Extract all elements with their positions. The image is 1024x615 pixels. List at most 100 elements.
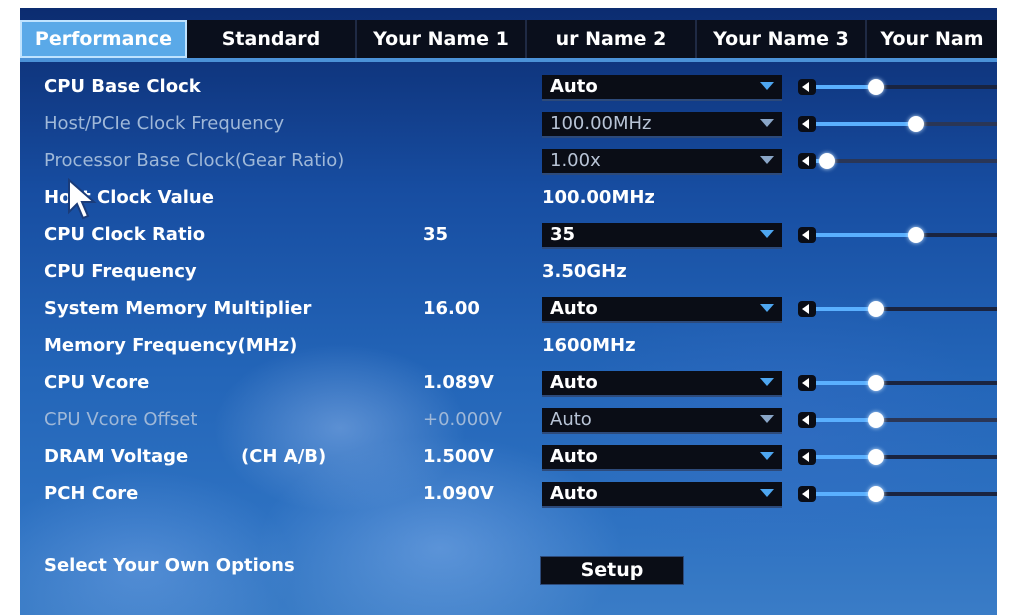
chevron-down-icon (760, 156, 774, 164)
chevron-down-icon (760, 304, 774, 312)
cpu-vcore-offset-dropdown[interactable]: Auto (542, 408, 782, 434)
slider-decrement-icon[interactable] (798, 412, 816, 428)
processor-base-clock-label: Processor Base Clock(Gear Ratio) (44, 150, 345, 171)
pch-core-current: 1.090V (423, 483, 494, 504)
slider-track (816, 449, 997, 465)
cpu-base-clock-slider[interactable] (798, 77, 997, 97)
cpu-clock-ratio-current: 35 (423, 224, 449, 245)
tab-standard[interactable]: Standard (187, 20, 357, 58)
cpu-vcore-dropdown[interactable]: Auto (542, 371, 782, 397)
cpu-vcore-offset-slider[interactable] (798, 410, 997, 430)
dram-voltage-dropdown-value: Auto (550, 446, 598, 467)
host-clock-value: 100.00MHz (542, 187, 655, 208)
slider-track (816, 116, 997, 132)
slider-knob[interactable] (867, 375, 884, 391)
dram-voltage-current: 1.500V (423, 446, 494, 467)
select-options-label: Select Your Own Options (44, 555, 295, 576)
chevron-down-icon (760, 82, 774, 90)
row-dram-voltage: DRAM Voltage (CH A/B) 1.500V Auto (20, 441, 997, 473)
slider-knob[interactable] (867, 301, 884, 317)
row-cpu-base-clock: CPU Base Clock Auto (20, 71, 997, 103)
slider-knob[interactable] (867, 412, 884, 428)
row-memory-frequency: Memory Frequency(MHz) 1600MHz (20, 330, 997, 362)
row-select-options: Select Your Own Options (20, 550, 997, 582)
processor-base-clock-dropdown-value: 1.00x (550, 150, 601, 171)
row-cpu-clock-ratio: CPU Clock Ratio 35 35 (20, 219, 997, 251)
slider-decrement-icon[interactable] (798, 449, 816, 465)
bios-screen: Performance Standard Your Name 1 ur Name… (20, 8, 997, 615)
cpu-base-clock-label: CPU Base Clock (44, 76, 201, 97)
row-host-clock-value: Host Clock Value 100.00MHz (20, 182, 997, 214)
chevron-down-icon (760, 415, 774, 423)
processor-base-clock-dropdown[interactable]: 1.00x (542, 149, 782, 175)
tab-your-name-3[interactable]: Your Name 3 (697, 20, 867, 58)
cpu-vcore-current: 1.089V (423, 372, 494, 393)
host-pcie-freq-dropdown-value: 100.00MHz (550, 113, 652, 134)
slider-decrement-icon[interactable] (798, 79, 816, 95)
pch-core-dropdown-value: Auto (550, 483, 598, 504)
dram-voltage-channel: (CH A/B) (241, 446, 327, 467)
slider-knob[interactable] (867, 449, 884, 465)
chevron-down-icon (760, 119, 774, 127)
cpu-base-clock-dropdown-value: Auto (550, 76, 598, 97)
host-pcie-freq-label: Host/PCIe Clock Frequency (44, 113, 285, 134)
cpu-vcore-slider[interactable] (798, 373, 997, 393)
chevron-down-icon (760, 452, 774, 460)
dram-voltage-slider[interactable] (798, 447, 997, 467)
memory-multiplier-dropdown[interactable]: Auto (542, 297, 782, 323)
host-pcie-freq-slider[interactable] (798, 114, 997, 134)
memory-multiplier-current: 16.00 (423, 298, 480, 319)
row-pch-core: PCH Core 1.090V Auto (20, 478, 997, 510)
pch-core-slider[interactable] (798, 484, 997, 504)
setup-button[interactable]: Setup (540, 556, 684, 585)
slider-decrement-icon[interactable] (798, 301, 816, 317)
slider-knob[interactable] (867, 486, 884, 502)
cpu-clock-ratio-dropdown-value: 35 (550, 224, 576, 245)
row-cpu-frequency: CPU Frequency 3.50GHz (20, 256, 997, 288)
cpu-vcore-offset-label: CPU Vcore Offset (44, 409, 198, 430)
cpu-frequency-value: 3.50GHz (542, 261, 627, 282)
slider-knob[interactable] (818, 153, 835, 169)
cpu-clock-ratio-slider[interactable] (798, 225, 997, 245)
row-processor-base-clock: Processor Base Clock(Gear Ratio) 1.00x (20, 145, 997, 177)
row-cpu-vcore-offset: CPU Vcore Offset +0.000V Auto (20, 404, 997, 436)
slider-decrement-icon[interactable] (798, 375, 816, 391)
tab-your-name-2[interactable]: ur Name 2 (527, 20, 697, 58)
slider-decrement-icon[interactable] (798, 486, 816, 502)
processor-base-clock-slider[interactable] (798, 151, 997, 171)
cpu-vcore-offset-current: +0.000V (423, 409, 502, 430)
slider-decrement-icon[interactable] (798, 227, 816, 243)
slider-decrement-icon[interactable] (798, 153, 816, 169)
tab-your-name-1[interactable]: Your Name 1 (357, 20, 527, 58)
memory-multiplier-dropdown-value: Auto (550, 298, 598, 319)
chevron-down-icon (760, 489, 774, 497)
cpu-clock-ratio-dropdown[interactable]: 35 (542, 223, 782, 249)
slider-decrement-icon[interactable] (798, 116, 816, 132)
tab-your-name-4[interactable]: Your Nam (867, 20, 997, 58)
slider-knob[interactable] (867, 79, 884, 95)
memory-multiplier-slider[interactable] (798, 299, 997, 319)
tab-performance[interactable]: Performance (20, 20, 187, 58)
cpu-vcore-offset-dropdown-value: Auto (550, 409, 592, 430)
slider-knob[interactable] (907, 116, 924, 132)
slider-knob[interactable] (907, 227, 924, 243)
mouse-cursor-icon (68, 178, 97, 220)
slider-track (816, 375, 997, 391)
slider-track (816, 227, 997, 243)
pch-core-label: PCH Core (44, 483, 139, 504)
cpu-frequency-label: CPU Frequency (44, 261, 197, 282)
row-host-pcie-freq: Host/PCIe Clock Frequency 100.00MHz (20, 108, 997, 140)
pch-core-dropdown[interactable]: Auto (542, 482, 782, 508)
slider-track (816, 301, 997, 317)
slider-track (816, 79, 997, 95)
tab-bar: Performance Standard Your Name 1 ur Name… (20, 20, 997, 58)
slider-track (816, 486, 997, 502)
slider-track (816, 412, 997, 428)
memory-frequency-value: 1600MHz (542, 335, 636, 356)
dram-voltage-dropdown[interactable]: Auto (542, 445, 782, 471)
cpu-base-clock-dropdown[interactable]: Auto (542, 75, 782, 101)
cpu-clock-ratio-label: CPU Clock Ratio (44, 224, 206, 245)
slider-track (816, 153, 997, 169)
host-pcie-freq-dropdown[interactable]: 100.00MHz (542, 112, 782, 138)
row-memory-multiplier: System Memory Multiplier 16.00 Auto (20, 293, 997, 325)
